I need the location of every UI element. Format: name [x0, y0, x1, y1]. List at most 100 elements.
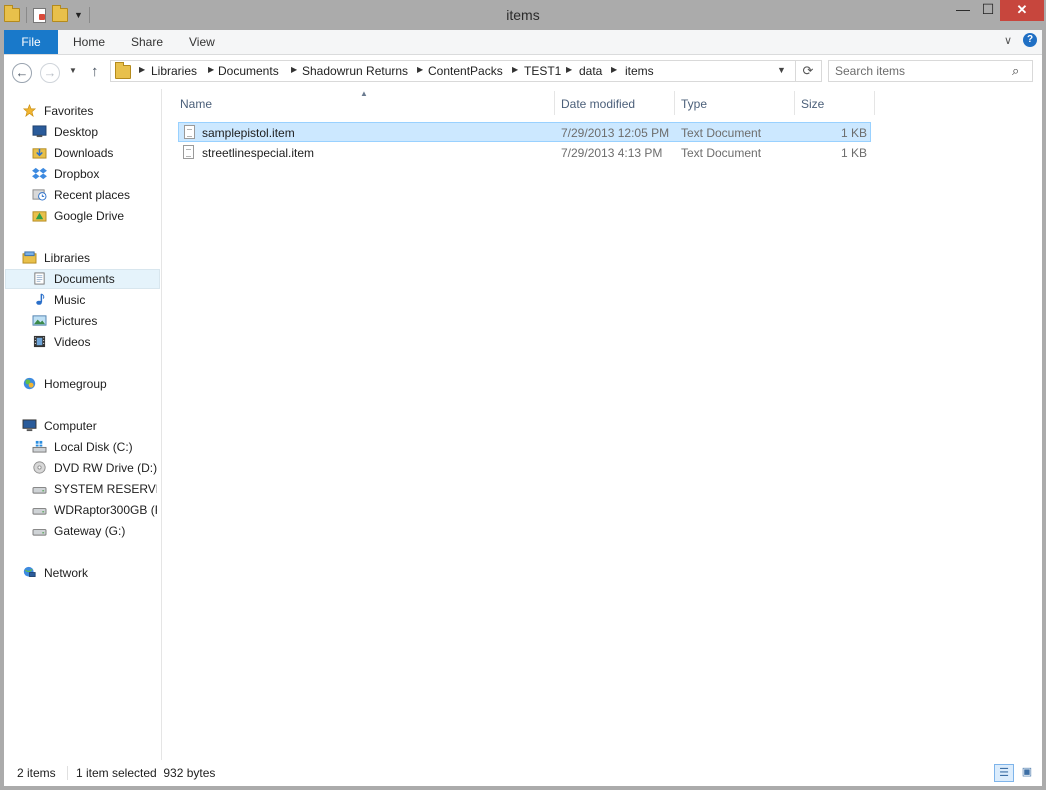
address-history-dropdown-icon[interactable]: ▼ [777, 65, 786, 75]
navigation-bar: ← → ▼ ↑ ▶ Libraries ▶ Documents ▶ Shadow… [4, 55, 1042, 89]
column-divider[interactable] [794, 91, 795, 115]
nav-label: Desktop [54, 125, 99, 139]
recent-locations-dropdown-icon[interactable]: ▼ [69, 66, 77, 75]
file-size: 1 KB [840, 126, 867, 140]
documents-icon [34, 272, 45, 285]
selection-info: 1 item selected 932 bytes [76, 766, 216, 780]
breadcrumb-separator-icon[interactable]: ▶ [139, 65, 145, 74]
tab-view[interactable]: View [189, 30, 215, 54]
folder-icon [115, 62, 131, 79]
nav-pictures[interactable]: Pictures [32, 311, 157, 331]
column-divider[interactable] [554, 91, 555, 115]
ribbon-tabs: File Home Share View ∨ ? [4, 30, 1042, 55]
breadcrumb-separator-icon[interactable]: ▶ [291, 65, 297, 74]
nav-label: Local Disk (C:) [54, 440, 133, 454]
breadcrumb-libraries[interactable]: Libraries [151, 64, 197, 78]
dvd-drive-icon [33, 461, 46, 474]
text-document-icon [184, 125, 195, 139]
nav-gateway-g[interactable]: Gateway (G:) [32, 521, 157, 541]
nav-label: Gateway (G:) [54, 524, 126, 538]
column-divider[interactable] [874, 91, 875, 115]
column-header-size[interactable]: Size [801, 94, 871, 114]
column-header-date-modified[interactable]: Date modified [561, 94, 671, 114]
breadcrumb-documents[interactable]: Documents [218, 64, 279, 78]
nav-computer[interactable]: Computer [22, 416, 152, 436]
nav-downloads[interactable]: Downloads [32, 143, 157, 163]
forward-button[interactable]: → [40, 63, 60, 83]
maximize-button[interactable]: ☐ [976, 0, 1000, 21]
nav-recent-places[interactable]: Recent places [32, 185, 157, 205]
nav-system-reserved[interactable]: SYSTEM RESERVED ( [32, 479, 157, 499]
nav-libraries[interactable]: Libraries [22, 248, 152, 268]
breadcrumb-separator-icon[interactable]: ▶ [417, 65, 423, 74]
breadcrumb-separator-icon[interactable]: ▶ [208, 65, 214, 74]
music-icon [36, 293, 45, 305]
column-header-name[interactable]: Name [180, 94, 552, 114]
item-count: 2 items [17, 766, 56, 780]
nav-network[interactable]: Network [22, 563, 152, 583]
computer-icon [22, 419, 37, 432]
details-view-icon[interactable]: ☰ [994, 764, 1014, 782]
file-name: streetlinespecial.item [202, 146, 315, 160]
nav-desktop[interactable]: Desktop [32, 122, 157, 142]
close-button[interactable]: ✕ [1000, 0, 1044, 21]
drive-icon [32, 487, 47, 494]
help-icon[interactable]: ? [1023, 33, 1037, 47]
videos-icon [33, 335, 46, 348]
column-divider[interactable] [674, 91, 675, 115]
nav-homegroup[interactable]: Homegroup [22, 374, 152, 394]
drive-icon [32, 508, 47, 515]
address-bar[interactable]: ▶ Libraries ▶ Documents ▶ Shadowrun Retu… [110, 60, 822, 82]
refresh-button[interactable]: ⟳ [795, 61, 820, 81]
nav-music[interactable]: Music [32, 290, 157, 310]
up-button[interactable]: ↑ [91, 63, 99, 80]
nav-documents[interactable]: Documents [32, 269, 157, 289]
nav-label: SYSTEM RESERVED ( [54, 482, 157, 496]
tab-home[interactable]: Home [73, 30, 105, 54]
libraries-icon [22, 251, 37, 264]
nav-dropbox[interactable]: Dropbox [32, 164, 157, 184]
nav-local-disk-c[interactable]: Local Disk (C:) [32, 437, 157, 457]
nav-wdraptor-f[interactable]: WDRaptor300GB (F:) [32, 500, 157, 520]
file-list: ▲ Name Date modified Type Size samplepis… [161, 89, 1042, 760]
nav-favorites[interactable]: Favorites [22, 101, 152, 121]
breadcrumb-separator-icon[interactable]: ▶ [566, 65, 572, 74]
file-row-streetlinespecial[interactable]: streetlinespecial.item 7/29/2013 4:13 PM… [178, 143, 871, 163]
file-type: Text Document [681, 126, 762, 140]
nav-videos[interactable]: Videos [32, 332, 157, 352]
file-name: samplepistol.item [202, 126, 295, 140]
pictures-icon [32, 315, 47, 326]
large-icons-view-icon[interactable]: ▣ [1017, 764, 1037, 782]
network-icon [23, 566, 36, 577]
breadcrumb-separator-icon[interactable]: ▶ [512, 65, 518, 74]
column-header-type[interactable]: Type [681, 94, 791, 114]
star-icon [22, 104, 37, 117]
breadcrumb-data[interactable]: data [579, 64, 602, 78]
nav-google-drive[interactable]: Google Drive [32, 206, 157, 226]
status-bar: 2 items 1 item selected 932 bytes ☰ ▣ [4, 760, 1042, 786]
minimize-button[interactable]: — [950, 0, 976, 21]
explorer-window: ▼ items — ☐ ✕ File Home Share View ∨ ? ←… [0, 0, 1046, 790]
breadcrumb-items[interactable]: items [625, 64, 654, 78]
desktop-icon [32, 125, 47, 138]
file-row-samplepistol[interactable]: samplepistol.item 7/29/2013 12:05 PM Tex… [178, 122, 871, 142]
search-input[interactable] [835, 63, 1005, 79]
search-icon[interactable]: ⌕ [1012, 63, 1019, 79]
tab-file[interactable]: File [4, 30, 58, 54]
nav-label: DVD RW Drive (D:) 0 [54, 461, 157, 475]
file-date-modified: 7/29/2013 12:05 PM [561, 126, 670, 140]
text-document-icon [183, 145, 194, 159]
nav-dvd-drive-d[interactable]: DVD RW Drive (D:) 0 [32, 458, 157, 478]
expand-ribbon-icon[interactable]: ∨ [1004, 34, 1012, 47]
breadcrumb-shadowrun-returns[interactable]: Shadowrun Returns [302, 64, 408, 78]
breadcrumb-contentpacks[interactable]: ContentPacks [428, 64, 503, 78]
back-button[interactable]: ← [12, 63, 32, 83]
google-drive-icon [32, 211, 47, 222]
content-area: Favorites Desktop Downloads Dropbox Rece… [4, 89, 1042, 760]
breadcrumb-separator-icon[interactable]: ▶ [611, 65, 617, 74]
drive-icon [32, 529, 47, 536]
search-box[interactable]: ⌕ [828, 60, 1033, 82]
breadcrumb-test1[interactable]: TEST1 [524, 64, 561, 78]
title-bar: ▼ items — ☐ ✕ [0, 0, 1046, 30]
tab-share[interactable]: Share [131, 30, 163, 54]
